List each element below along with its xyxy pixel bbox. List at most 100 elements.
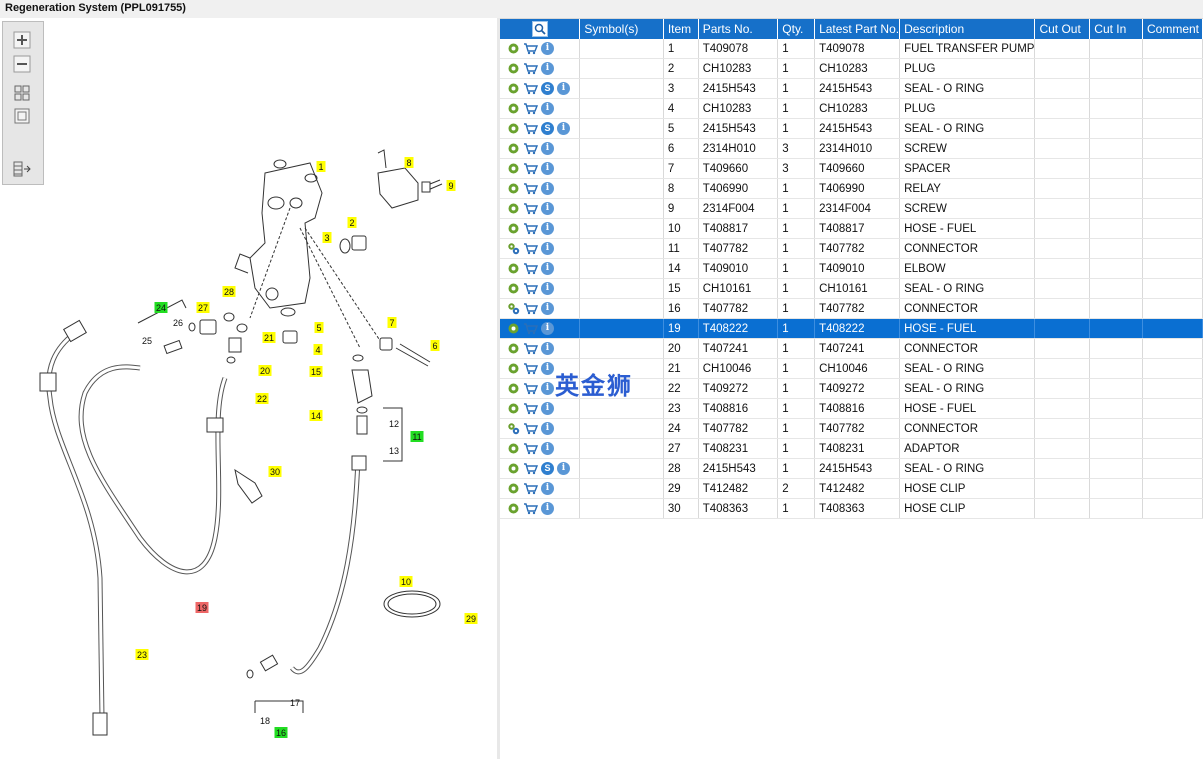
cart-icon[interactable] bbox=[523, 462, 538, 475]
table-row[interactable]: i 6 2314H010 3 2314H010 SCREW bbox=[500, 138, 1203, 159]
callout-10[interactable]: 10 bbox=[399, 576, 413, 587]
info-icon[interactable]: i bbox=[541, 302, 554, 315]
table-row[interactable]: i 15 CH10161 1 CH10161 SEAL - O RING bbox=[500, 278, 1203, 299]
callout-24[interactable]: 24 bbox=[154, 302, 168, 313]
cart-icon[interactable] bbox=[523, 142, 538, 155]
gear-icon[interactable] bbox=[507, 282, 520, 295]
symbol-s-icon[interactable]: S bbox=[541, 462, 554, 475]
callout-18[interactable]: 18 bbox=[260, 716, 270, 726]
info-icon[interactable]: i bbox=[541, 262, 554, 275]
multi-gear-icon[interactable] bbox=[507, 242, 520, 255]
cart-icon[interactable] bbox=[523, 322, 538, 335]
table-row[interactable]: Si 5 2415H543 1 2415H543 SEAL - O RING bbox=[500, 118, 1203, 139]
info-icon[interactable]: i bbox=[541, 402, 554, 415]
panel-toggle-icon[interactable] bbox=[12, 160, 32, 178]
column-header-search[interactable] bbox=[500, 19, 581, 39]
symbol-s-icon[interactable]: S bbox=[541, 82, 554, 95]
gear-icon[interactable] bbox=[507, 402, 520, 415]
callout-12[interactable]: 12 bbox=[389, 419, 399, 429]
column-header-comment[interactable]: Comment bbox=[1142, 19, 1203, 39]
table-row[interactable]: i 30 T408363 1 T408363 HOSE CLIP bbox=[500, 498, 1203, 519]
info-icon[interactable]: i bbox=[541, 482, 554, 495]
callout-15[interactable]: 15 bbox=[309, 366, 323, 377]
info-icon[interactable]: i bbox=[541, 42, 554, 55]
parts-diagram[interactable]: 1234567891011121314151617181920212223242… bbox=[0, 18, 497, 759]
callout-14[interactable]: 14 bbox=[309, 410, 323, 421]
column-header-latest-part-no[interactable]: Latest Part No. bbox=[814, 19, 901, 39]
info-icon[interactable]: i bbox=[541, 502, 554, 515]
table-row[interactable]: i 23 T408816 1 T408816 HOSE - FUEL bbox=[500, 398, 1203, 419]
gear-icon[interactable] bbox=[507, 442, 520, 455]
gear-icon[interactable] bbox=[507, 142, 520, 155]
info-icon[interactable]: i bbox=[541, 162, 554, 175]
cart-icon[interactable] bbox=[523, 382, 538, 395]
table-row[interactable]: i 7 T409660 3 T409660 SPACER bbox=[500, 158, 1203, 179]
info-icon[interactable]: i bbox=[541, 362, 554, 375]
callout-7[interactable]: 7 bbox=[387, 317, 397, 328]
gear-icon[interactable] bbox=[507, 502, 520, 515]
cart-icon[interactable] bbox=[523, 502, 538, 515]
cart-icon[interactable] bbox=[523, 182, 538, 195]
info-icon[interactable]: i bbox=[557, 122, 570, 135]
info-icon[interactable]: i bbox=[541, 382, 554, 395]
callout-13[interactable]: 13 bbox=[389, 446, 399, 456]
gear-icon[interactable] bbox=[507, 202, 520, 215]
callout-5[interactable]: 5 bbox=[314, 322, 324, 333]
callout-16[interactable]: 16 bbox=[274, 727, 288, 738]
info-icon[interactable]: i bbox=[541, 342, 554, 355]
symbol-s-icon[interactable]: S bbox=[541, 122, 554, 135]
table-row[interactable]: i 19 T408222 1 T408222 HOSE - FUEL bbox=[500, 318, 1203, 339]
cart-icon[interactable] bbox=[523, 162, 538, 175]
callout-8[interactable]: 8 bbox=[404, 157, 414, 168]
cart-icon[interactable] bbox=[523, 442, 538, 455]
info-icon[interactable]: i bbox=[557, 82, 570, 95]
table-row[interactable]: i 4 CH10283 1 CH10283 PLUG bbox=[500, 98, 1203, 119]
info-icon[interactable]: i bbox=[557, 462, 570, 475]
cart-icon[interactable] bbox=[523, 342, 538, 355]
callout-21[interactable]: 21 bbox=[262, 332, 276, 343]
callout-19[interactable]: 19 bbox=[195, 602, 209, 613]
cart-icon[interactable] bbox=[523, 282, 538, 295]
callout-2[interactable]: 2 bbox=[347, 217, 357, 228]
column-header-parts-no[interactable]: Parts No. bbox=[698, 19, 779, 39]
table-row[interactable]: i 11 T407782 1 T407782 CONNECTOR bbox=[500, 238, 1203, 259]
search-icon[interactable] bbox=[531, 21, 548, 37]
info-icon[interactable]: i bbox=[541, 442, 554, 455]
gear-icon[interactable] bbox=[507, 62, 520, 75]
gear-icon[interactable] bbox=[507, 462, 520, 475]
gear-icon[interactable] bbox=[507, 162, 520, 175]
table-row[interactable]: i 10 T408817 1 T408817 HOSE - FUEL bbox=[500, 218, 1203, 239]
gear-icon[interactable] bbox=[507, 362, 520, 375]
column-header-symbols[interactable]: Symbol(s) bbox=[579, 19, 664, 39]
cart-icon[interactable] bbox=[523, 402, 538, 415]
cart-icon[interactable] bbox=[523, 262, 538, 275]
callout-9[interactable]: 9 bbox=[446, 180, 456, 191]
cart-icon[interactable] bbox=[523, 362, 538, 375]
table-row[interactable]: i 1 T409078 1 T409078 FUEL TRANSFER PUMP bbox=[500, 39, 1203, 59]
table-row[interactable]: i 9 2314F004 1 2314F004 SCREW bbox=[500, 198, 1203, 219]
info-icon[interactable]: i bbox=[541, 322, 554, 335]
callout-26[interactable]: 26 bbox=[173, 318, 183, 328]
callout-4[interactable]: 4 bbox=[313, 344, 323, 355]
cart-icon[interactable] bbox=[523, 222, 538, 235]
gear-icon[interactable] bbox=[507, 182, 520, 195]
info-icon[interactable]: i bbox=[541, 182, 554, 195]
gear-icon[interactable] bbox=[507, 102, 520, 115]
table-row[interactable]: i 14 T409010 1 T409010 ELBOW bbox=[500, 258, 1203, 279]
table-row[interactable]: i 29 T412482 2 T412482 HOSE CLIP bbox=[500, 478, 1203, 499]
cart-icon[interactable] bbox=[523, 302, 538, 315]
gear-icon[interactable] bbox=[507, 322, 520, 335]
callout-22[interactable]: 22 bbox=[255, 393, 269, 404]
cart-icon[interactable] bbox=[523, 242, 538, 255]
callout-30[interactable]: 30 bbox=[268, 466, 282, 477]
gear-icon[interactable] bbox=[507, 42, 520, 55]
cart-icon[interactable] bbox=[523, 122, 538, 135]
multi-gear-icon[interactable] bbox=[507, 302, 520, 315]
callout-27[interactable]: 27 bbox=[196, 302, 210, 313]
callout-23[interactable]: 23 bbox=[135, 649, 149, 660]
fit-page-icon[interactable] bbox=[12, 84, 32, 102]
callout-11[interactable]: 11 bbox=[410, 431, 424, 442]
column-header-cut-out[interactable]: Cut Out bbox=[1034, 19, 1091, 39]
info-icon[interactable]: i bbox=[541, 422, 554, 435]
table-row[interactable]: i 8 T406990 1 T406990 RELAY bbox=[500, 178, 1203, 199]
